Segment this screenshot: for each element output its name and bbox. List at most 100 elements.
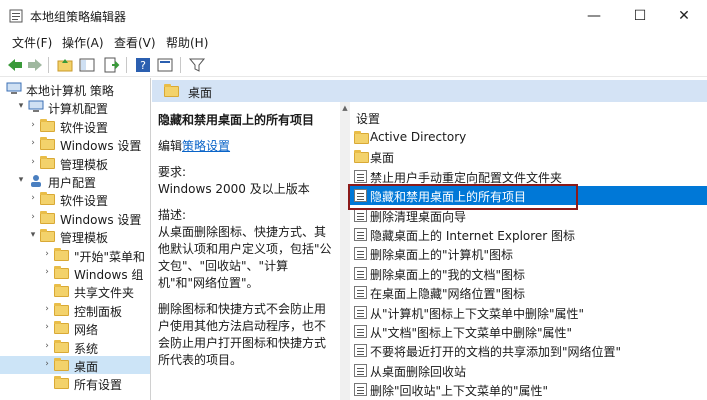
collapsed-chevron-icon[interactable]: › bbox=[42, 341, 52, 353]
list-folder-item[interactable]: 桌面 bbox=[340, 147, 707, 166]
tree-item[interactable]: 共享文件夹 bbox=[0, 282, 150, 300]
folder-icon bbox=[54, 266, 69, 279]
up-folder-icon[interactable] bbox=[56, 56, 74, 74]
collapsed-chevron-icon[interactable]: › bbox=[28, 193, 38, 205]
tree-item[interactable]: › Windows 组 bbox=[0, 264, 150, 282]
svg-text:?: ? bbox=[140, 59, 146, 72]
tree-item[interactable]: › 软件设置 bbox=[0, 117, 150, 135]
collapsed-chevron-icon[interactable]: › bbox=[42, 304, 52, 316]
folder-icon bbox=[164, 84, 179, 97]
tree-item-label: 软件设置 bbox=[60, 120, 109, 135]
back-arrow-icon[interactable] bbox=[6, 56, 24, 74]
policy-editor-icon bbox=[9, 9, 23, 23]
maximize-button[interactable]: ☐ bbox=[617, 0, 663, 32]
tree-item-label: 计算机配置 bbox=[48, 102, 109, 117]
policy-setting-row[interactable]: 在桌面上隐藏"网络位置"图标 bbox=[340, 283, 707, 302]
list-header[interactable]: 设置 bbox=[340, 102, 707, 126]
collapsed-chevron-icon[interactable]: › bbox=[28, 120, 38, 132]
policy-setting-row[interactable]: 不要将最近打开的文档的共享添加到"网络位置" bbox=[340, 341, 707, 360]
selection-highlight-box bbox=[348, 184, 578, 210]
close-button[interactable]: ✕ bbox=[661, 0, 707, 32]
tree-item[interactable]: › 网络 bbox=[0, 319, 150, 337]
tree-item[interactable]: ▾ 计算机配置 bbox=[0, 98, 150, 116]
window-title: 本地组策略编辑器 bbox=[30, 10, 127, 24]
collapsed-chevron-icon[interactable]: › bbox=[42, 359, 52, 371]
policy-setting-icon bbox=[354, 286, 367, 300]
menu-bar: 文件(F) 操作(A) 查看(V) 帮助(H) bbox=[0, 32, 707, 52]
tree-item-label: Windows 组 bbox=[74, 268, 144, 282]
tree-item[interactable]: ▾ 管理模板 bbox=[0, 227, 150, 245]
help-icon[interactable]: ? bbox=[134, 56, 152, 74]
settings-column-header: 设置 bbox=[356, 112, 381, 126]
menu-file[interactable]: 文件(F) bbox=[12, 34, 52, 51]
policy-setting-row[interactable]: 隐藏桌面上的 Internet Explorer 图标 bbox=[340, 225, 707, 244]
tree-item-label: Windows 设置 bbox=[60, 139, 142, 154]
folder-icon bbox=[40, 155, 55, 169]
tree-item[interactable]: › Windows 设置 bbox=[0, 135, 150, 153]
tree-item[interactable]: › 控制面板 bbox=[0, 301, 150, 319]
tree-item-label: 所有设置 bbox=[74, 378, 123, 393]
policy-title: 隐藏和禁用桌面上的所有项目 bbox=[158, 113, 315, 127]
menu-help[interactable]: 帮助(H) bbox=[166, 34, 208, 51]
folder-icon bbox=[54, 339, 69, 353]
requirements-label: 要求: bbox=[158, 165, 187, 179]
policy-setting-icon bbox=[354, 363, 367, 377]
policy-setting-row[interactable]: 从桌面删除回收站 bbox=[340, 361, 707, 380]
folder-icon bbox=[54, 376, 69, 390]
vertical-scrollbar[interactable]: ▲ bbox=[340, 102, 350, 400]
folder-icon bbox=[54, 302, 69, 316]
tree-item[interactable]: › 管理模板 bbox=[0, 154, 150, 172]
export-list-icon[interactable] bbox=[102, 56, 120, 74]
folder-icon bbox=[40, 118, 55, 132]
tree-item[interactable]: › Windows 设置 bbox=[0, 209, 150, 227]
setting-label: 删除清理桌面向导 bbox=[370, 209, 467, 224]
forward-arrow-icon[interactable] bbox=[26, 56, 44, 74]
tree-item[interactable]: ▾ 用户配置 bbox=[0, 172, 150, 190]
toolbar-separator bbox=[126, 57, 127, 73]
collapsed-chevron-icon[interactable]: › bbox=[42, 249, 52, 261]
pane-divider[interactable] bbox=[150, 78, 151, 400]
edit-policy-link[interactable]: 策略设置 bbox=[182, 139, 230, 153]
menu-action[interactable]: 操作(A) bbox=[62, 34, 104, 51]
policy-setting-row[interactable]: 从"计算机"图标上下文菜单中删除"属性" bbox=[340, 303, 707, 322]
computer-icon bbox=[6, 82, 22, 95]
tree-item[interactable]: 本地计算机 策略 bbox=[0, 80, 150, 98]
properties-icon[interactable] bbox=[156, 56, 174, 74]
user-icon bbox=[28, 174, 44, 187]
collapsed-chevron-icon[interactable]: › bbox=[28, 138, 38, 150]
tree-item[interactable]: › 桌面 bbox=[0, 356, 150, 374]
tree-item-label: 桌面 bbox=[74, 360, 99, 374]
show-hide-tree-icon[interactable] bbox=[78, 56, 96, 74]
policy-setting-row[interactable]: 禁止用户手动重定向配置文件文件夹 bbox=[340, 167, 707, 186]
filter-icon[interactable] bbox=[188, 56, 206, 74]
policy-setting-icon bbox=[354, 305, 367, 319]
collapsed-chevron-icon[interactable]: › bbox=[42, 322, 52, 334]
setting-label: 从桌面删除回收站 bbox=[370, 364, 467, 379]
policy-setting-row[interactable]: 删除"回收站"上下文菜单的"属性" bbox=[340, 380, 707, 399]
collapsed-chevron-icon[interactable]: › bbox=[28, 212, 38, 224]
edit-prefix: 编辑 bbox=[158, 139, 183, 153]
requirements-value: Windows 2000 及以上版本 bbox=[158, 182, 310, 196]
scroll-up-arrow-icon[interactable]: ▲ bbox=[340, 104, 350, 112]
collapsed-chevron-icon[interactable]: › bbox=[28, 157, 38, 169]
list-folder-item[interactable]: Active Directory bbox=[340, 128, 707, 147]
tree-item[interactable]: 所有设置 bbox=[0, 374, 150, 392]
expanded-chevron-icon[interactable]: ▾ bbox=[16, 101, 26, 113]
tree-item[interactable]: › "开始"菜单和 bbox=[0, 246, 150, 264]
menu-view[interactable]: 查看(V) bbox=[114, 34, 156, 51]
setting-label: 不要将最近打开的文档的共享添加到"网络位置" bbox=[370, 345, 622, 360]
policy-setting-icon bbox=[354, 325, 367, 338]
minimize-button[interactable]: — bbox=[571, 0, 617, 32]
expanded-chevron-icon[interactable]: ▾ bbox=[16, 175, 26, 187]
collapsed-chevron-icon[interactable]: › bbox=[42, 267, 52, 279]
tree-item[interactable]: › 系统 bbox=[0, 338, 150, 356]
tree-item[interactable]: › 软件设置 bbox=[0, 190, 150, 208]
toolbar-separator bbox=[180, 57, 181, 73]
policy-setting-row[interactable]: 删除桌面上的"计算机"图标 bbox=[340, 244, 707, 263]
policy-setting-row[interactable]: 删除桌面上的"我的文档"图标 bbox=[340, 264, 707, 283]
description-text-2: 删除图标和快捷方式不会防止用户使用其他方法启动程序，也不会防止用户打开图标和快捷… bbox=[158, 302, 327, 367]
expanded-chevron-icon[interactable]: ▾ bbox=[28, 230, 38, 242]
tree-item-label: 管理模板 bbox=[60, 157, 109, 172]
tree-item-label: "开始"菜单和 bbox=[74, 249, 146, 264]
policy-setting-row[interactable]: 从"文档"图标上下文菜单中删除"属性" bbox=[340, 322, 707, 341]
